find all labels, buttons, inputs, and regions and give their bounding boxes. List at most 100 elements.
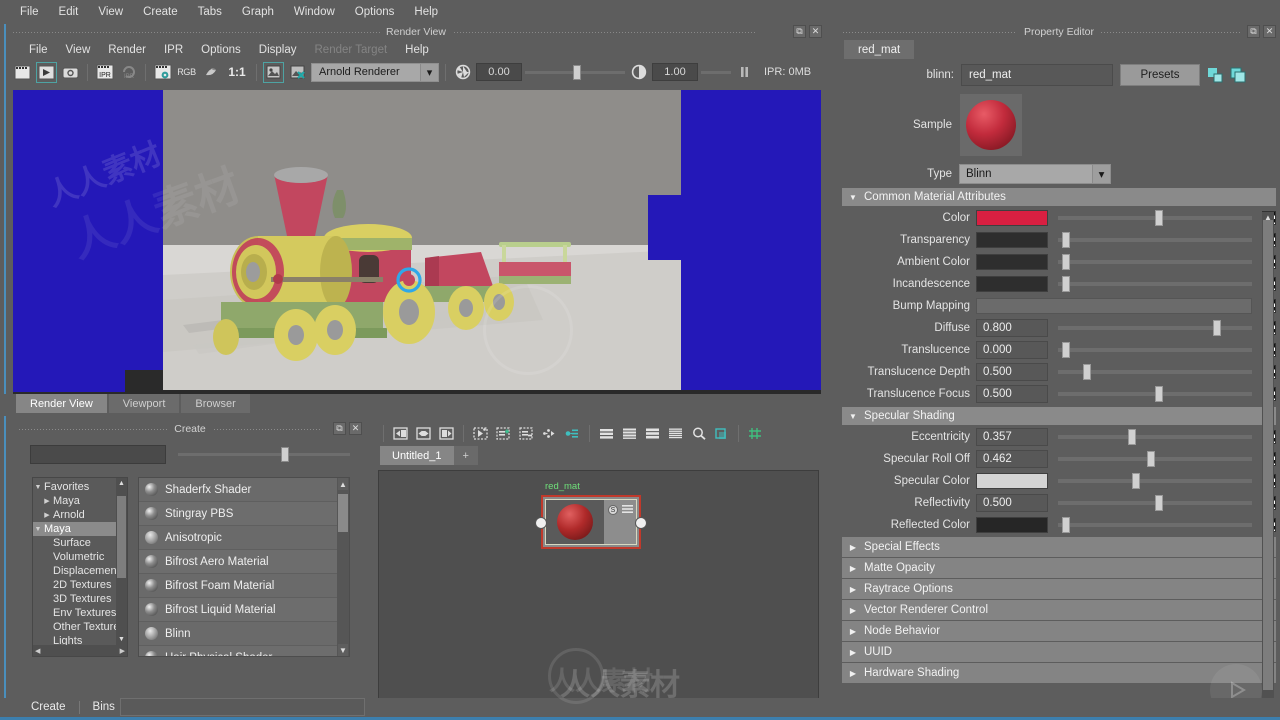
material-list-item[interactable]: Bifrost Liquid Material — [139, 598, 349, 622]
rv-menu-render[interactable]: Render — [99, 44, 155, 56]
search-icon[interactable] — [689, 424, 708, 443]
rgb-channel-icon[interactable]: RGB — [176, 62, 197, 83]
attribute-slider[interactable] — [1058, 320, 1252, 336]
tree-item[interactable]: 3D Textures — [33, 592, 127, 606]
attribute-slider-knob[interactable] — [1061, 276, 1070, 292]
exposure-slider-knob[interactable] — [573, 64, 581, 80]
bottom-status-field[interactable] — [120, 698, 365, 716]
zoom-ratio-icon[interactable]: 1:1 — [224, 62, 250, 83]
collapsed-section-header[interactable]: ▶ Matte Opacity — [842, 558, 1276, 578]
render-image-area[interactable]: Rendering... 人人素材 — [13, 90, 821, 414]
collapsed-section-header[interactable]: ▶ Special Effects — [842, 537, 1276, 557]
grid-snap-icon[interactable] — [746, 424, 765, 443]
exposure-slider[interactable] — [525, 64, 625, 80]
render-current-frame-icon[interactable] — [12, 62, 33, 83]
color-swatch[interactable] — [976, 210, 1048, 226]
input-output-connections-icon[interactable] — [414, 424, 433, 443]
tree-scroll-right-icon[interactable]: ▶ — [120, 647, 125, 655]
create-search-input[interactable] — [30, 444, 166, 464]
renderer-dropdown[interactable]: Arnold Renderer ▾ — [311, 62, 439, 82]
tree-scroll-thumb[interactable] — [117, 496, 126, 578]
create-material-list[interactable]: Shaderfx Shader Stingray PBS Anisotropic… — [138, 477, 350, 657]
tree-item[interactable]: ▶ Maya — [33, 494, 127, 508]
tree-twisty-icon[interactable]: ▶ — [42, 511, 52, 519]
attribute-slider-knob[interactable] — [1155, 210, 1163, 226]
remove-selected-nodes-icon[interactable] — [517, 424, 536, 443]
input-connections-icon[interactable] — [391, 424, 410, 443]
material-type-dropdown[interactable]: Blinn ▾ — [959, 164, 1111, 184]
tree-scrollbar[interactable]: ▲ ▼ — [116, 478, 127, 656]
collapsed-section-header[interactable]: ▶ Hardware Shading — [842, 663, 1276, 683]
attribute-slider-knob[interactable] — [1213, 320, 1222, 336]
color-swatch[interactable] — [976, 473, 1048, 489]
create-undock-icon[interactable]: ⧉ — [333, 422, 346, 435]
section-twisty-right-icon[interactable]: ▶ — [848, 627, 858, 636]
attribute-slider[interactable] — [1058, 451, 1252, 467]
attribute-slider[interactable] — [1058, 276, 1252, 292]
tab-browser[interactable]: Browser — [181, 394, 250, 413]
alpha-channel-icon[interactable] — [200, 62, 221, 83]
numeric-value-field[interactable]: 0.500 — [976, 385, 1048, 403]
section-twisty-right-icon[interactable]: ▶ — [848, 543, 858, 552]
exposure-value[interactable]: 0.00 — [476, 63, 522, 81]
numeric-value-field[interactable]: 0.800 — [976, 319, 1048, 337]
icon-size-slider[interactable] — [178, 446, 350, 462]
copy-node-icon[interactable] — [1230, 67, 1246, 83]
attribute-slider[interactable] — [1058, 342, 1252, 358]
rv-menu-file[interactable]: File — [20, 44, 57, 56]
attribute-slider[interactable] — [1058, 232, 1252, 248]
menu-edit[interactable]: Edit — [49, 0, 89, 24]
gamma-icon[interactable] — [628, 62, 649, 83]
numeric-value-field[interactable]: 0.500 — [976, 494, 1048, 512]
remove-image-icon[interactable] — [287, 62, 308, 83]
full-attributes-view-icon[interactable] — [643, 424, 662, 443]
section-header[interactable]: ▼ Specular Shading — [842, 407, 1276, 425]
snapshot-camera-icon[interactable] — [60, 62, 81, 83]
color-swatch[interactable] — [976, 517, 1048, 533]
texture-field[interactable] — [976, 298, 1252, 314]
material-list-item[interactable]: Blinn — [139, 622, 349, 646]
material-name-input[interactable]: red_mat — [961, 64, 1113, 86]
section-twisty-right-icon[interactable]: ▶ — [848, 564, 858, 573]
numeric-value-field[interactable]: 0.000 — [976, 341, 1048, 359]
tree-scroll-left-icon[interactable]: ◀ — [35, 647, 40, 655]
attribute-slider-knob[interactable] — [1061, 517, 1070, 533]
add-selected-nodes-icon[interactable] — [494, 424, 513, 443]
tree-item[interactable]: ▼ Favorites — [33, 480, 127, 494]
collapsed-section-header[interactable]: ▶ Node Behavior — [842, 621, 1276, 641]
pe-undock-icon[interactable]: ⧉ — [1247, 25, 1260, 38]
attribute-slider-knob[interactable] — [1147, 451, 1156, 467]
attribute-slider[interactable] — [1058, 495, 1252, 511]
attribute-slider-knob[interactable] — [1155, 386, 1163, 402]
menu-view[interactable]: View — [88, 0, 133, 24]
material-list-item[interactable]: Anisotropic — [139, 526, 349, 550]
rv-menu-display[interactable]: Display — [250, 44, 306, 56]
sample-swatch[interactable] — [960, 94, 1022, 156]
rv-menu-help[interactable]: Help — [396, 44, 438, 56]
section-twisty-down-icon[interactable]: ▼ — [848, 412, 858, 421]
tree-item[interactable]: Env Textures — [33, 606, 127, 620]
tree-item[interactable]: Displacement — [33, 564, 127, 578]
tree-twisty-icon[interactable]: ▼ — [33, 526, 43, 533]
numeric-value-field[interactable]: 0.462 — [976, 450, 1048, 468]
attribute-slider-knob[interactable] — [1131, 473, 1140, 489]
node-editor-tab-untitled[interactable]: Untitled_1 — [380, 446, 454, 465]
color-swatch[interactable] — [976, 232, 1048, 248]
attribute-slider[interactable] — [1058, 210, 1252, 226]
node-editor-add-tab[interactable]: + — [453, 446, 478, 465]
collapsed-section-header[interactable]: ▶ UUID — [842, 642, 1276, 662]
node-output-port[interactable] — [635, 517, 647, 529]
collapsed-section-header[interactable]: ▶ Vector Renderer Control — [842, 600, 1276, 620]
output-connections-icon[interactable] — [437, 424, 456, 443]
attribute-slider-knob[interactable] — [1127, 429, 1136, 445]
menu-window[interactable]: Window — [284, 0, 345, 24]
bottom-tab-create[interactable]: Create — [18, 698, 79, 716]
section-twisty-right-icon[interactable]: ▶ — [848, 669, 858, 678]
attribute-slider[interactable] — [1058, 386, 1252, 402]
collapsed-section-header[interactable]: ▶ Raytrace Options — [842, 579, 1276, 599]
rv-menu-options[interactable]: Options — [192, 44, 250, 56]
node-menu-icon[interactable] — [622, 505, 633, 518]
section-twisty-down-icon[interactable]: ▼ — [848, 193, 858, 202]
material-list-item[interactable]: Shaderfx Shader — [139, 478, 349, 502]
pe-scroll-thumb[interactable] — [1263, 220, 1273, 690]
